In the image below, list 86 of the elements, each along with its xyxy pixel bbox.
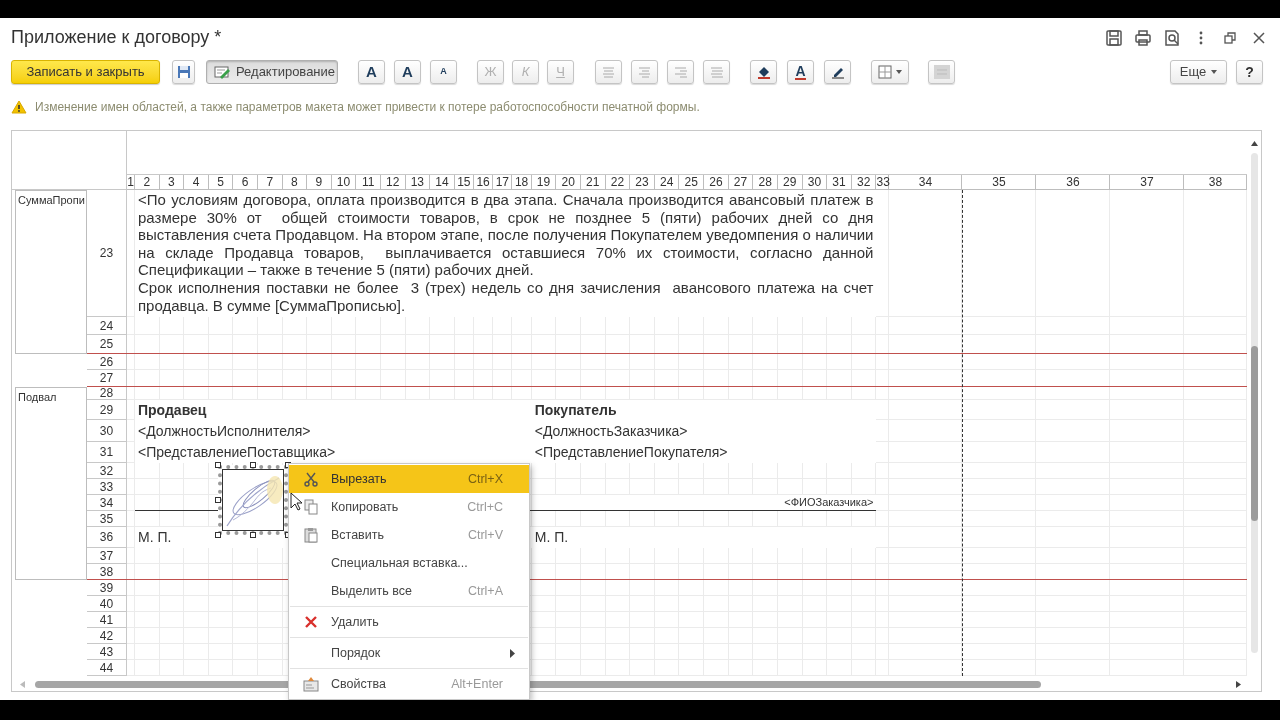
caret-icon bbox=[896, 70, 902, 74]
row-number[interactable]: 39 bbox=[87, 580, 127, 596]
row-number[interactable]: 36 bbox=[87, 527, 127, 548]
resize-handle[interactable] bbox=[215, 497, 221, 503]
menu-item[interactable]: Специальная вставка... bbox=[289, 549, 529, 577]
column-header[interactable]: 33 bbox=[876, 175, 890, 190]
window-title: Приложение к договору * bbox=[11, 26, 222, 49]
resize-handle[interactable] bbox=[215, 462, 221, 468]
row-number[interactable]: 40 bbox=[87, 596, 127, 612]
row-number[interactable]: 33 bbox=[87, 479, 127, 495]
help-button[interactable]: ? bbox=[1236, 60, 1263, 84]
copy-icon bbox=[303, 499, 319, 515]
row-number[interactable]: 32 bbox=[87, 463, 127, 479]
column-header[interactable]: 34 bbox=[889, 175, 963, 190]
table-icon bbox=[933, 65, 950, 79]
cell-text: <ДолжностьИсполнителя> bbox=[135, 420, 532, 442]
decrease-font-button[interactable]: A bbox=[430, 60, 457, 84]
caret-icon bbox=[1211, 70, 1218, 74]
menu-item[interactable]: Вырезать Ctrl+X bbox=[289, 465, 529, 493]
column-header[interactable]: 35 bbox=[962, 175, 1037, 190]
row-number[interactable]: 41 bbox=[87, 612, 127, 628]
row-number[interactable]: 43 bbox=[87, 644, 127, 660]
row-number[interactable]: 26 bbox=[87, 354, 127, 370]
edit-mode-button[interactable]: Редактирование bbox=[206, 60, 338, 84]
row-number[interactable]: 42 bbox=[87, 628, 127, 644]
properties-icon bbox=[303, 676, 319, 692]
menu-item[interactable]: Свойства Alt+Enter bbox=[289, 670, 529, 698]
save-button[interactable] bbox=[172, 60, 195, 84]
save-icon[interactable] bbox=[1105, 28, 1123, 47]
row-number[interactable]: 24 bbox=[87, 317, 127, 335]
row-number[interactable]: 29 bbox=[87, 400, 127, 420]
seller-heading: Продавец bbox=[135, 400, 532, 420]
row-number[interactable]: 37 bbox=[87, 548, 127, 564]
cell-text: <ПредставлениеПоставщика> bbox=[135, 442, 532, 463]
align-lines-icon bbox=[638, 65, 651, 79]
row-number[interactable]: 31 bbox=[87, 442, 127, 463]
align-lines-icon bbox=[674, 65, 687, 79]
row-number[interactable]: 30 bbox=[87, 420, 127, 442]
align-lines-icon bbox=[602, 65, 615, 79]
cell-text: <ДолжностьЗаказчика> bbox=[531, 420, 877, 442]
selection-frame[interactable] bbox=[218, 465, 288, 535]
borders-icon bbox=[878, 65, 892, 79]
paint-bucket-icon bbox=[755, 64, 772, 80]
area-label: СуммаПропи bbox=[17, 193, 86, 208]
row-number[interactable]: 34 bbox=[87, 495, 127, 511]
column-header[interactable]: 37 bbox=[1110, 175, 1185, 190]
increase-font-button[interactable]: A bbox=[394, 60, 421, 84]
preview-icon[interactable] bbox=[1163, 28, 1181, 47]
scroll-right-icon[interactable] bbox=[1236, 681, 1241, 688]
cell-text: <ПредставлениеПокупателя> bbox=[531, 442, 877, 463]
highlight-button[interactable] bbox=[824, 60, 851, 84]
scroll-thumb[interactable] bbox=[1251, 346, 1258, 521]
edit-grid-icon bbox=[214, 65, 230, 79]
paragraph: Срок исполнения поставки не более 3 (трех) недель со дня зачисления авансового платежа на счет продавца. В сумме [СуммаПрописью]. bbox=[138, 278, 874, 315]
warning-text: Изменение имен областей, а также параметров макета может привести к потере работоспособности печатной формы. bbox=[35, 99, 700, 116]
clipboard-icon bbox=[303, 527, 319, 543]
row-number[interactable]: 28 bbox=[87, 387, 127, 400]
column-header[interactable]: 36 bbox=[1036, 175, 1111, 190]
print-icon[interactable] bbox=[1134, 28, 1152, 47]
scissors-icon bbox=[303, 471, 319, 487]
row-number[interactable]: 44 bbox=[87, 660, 127, 676]
menu-item[interactable]: Удалить bbox=[289, 608, 529, 636]
menu-item[interactable]: Копировать Ctrl+C bbox=[289, 493, 529, 521]
font-button[interactable]: A bbox=[358, 60, 385, 84]
column-header[interactable]: 38 bbox=[1184, 175, 1248, 190]
menu-item[interactable]: Выделить все Ctrl+A bbox=[289, 577, 529, 605]
row-number[interactable]: 23 bbox=[87, 190, 127, 317]
font-color-button[interactable]: A bbox=[787, 60, 814, 84]
save-and-close-button[interactable]: Записать и закрыть bbox=[11, 60, 160, 84]
warning-icon bbox=[11, 100, 27, 114]
cell-text: <ФИОЗаказчика> bbox=[531, 495, 877, 511]
floppy-icon bbox=[176, 65, 191, 79]
align-lines-icon bbox=[710, 65, 723, 79]
buyer-heading: Покупатель bbox=[531, 400, 877, 420]
menu-item[interactable]: Порядок bbox=[289, 639, 529, 667]
resize-handle[interactable] bbox=[250, 532, 256, 538]
more-button[interactable]: Еще bbox=[1170, 60, 1227, 84]
paragraph: <По условиям договора, оплата производится в два этапа. Сначала производится авансовый платеж в размере 30% от общей стоимости товаров, в срок не позднее 5 (пяти) рабочих дней со дня выставления счета Продавцом. На втором этапе, после получения Покупателем уведомпения о наличии на складе Продавца товаров, выплачивается оставшиеся 70% их стоимости, согласно данной Спецификации – также в течение 5 (пяти) рабочих дней. bbox=[138, 191, 874, 279]
cross-icon bbox=[303, 614, 319, 630]
scroll-up-icon[interactable] bbox=[1251, 141, 1258, 146]
fill-color-button[interactable] bbox=[750, 60, 777, 84]
resize-handle[interactable] bbox=[250, 462, 256, 468]
resize-handle[interactable] bbox=[215, 532, 221, 538]
cell-text: М. П. bbox=[531, 527, 877, 548]
row-number[interactable]: 35 bbox=[87, 511, 127, 527]
area-label: Подвал bbox=[17, 390, 58, 405]
